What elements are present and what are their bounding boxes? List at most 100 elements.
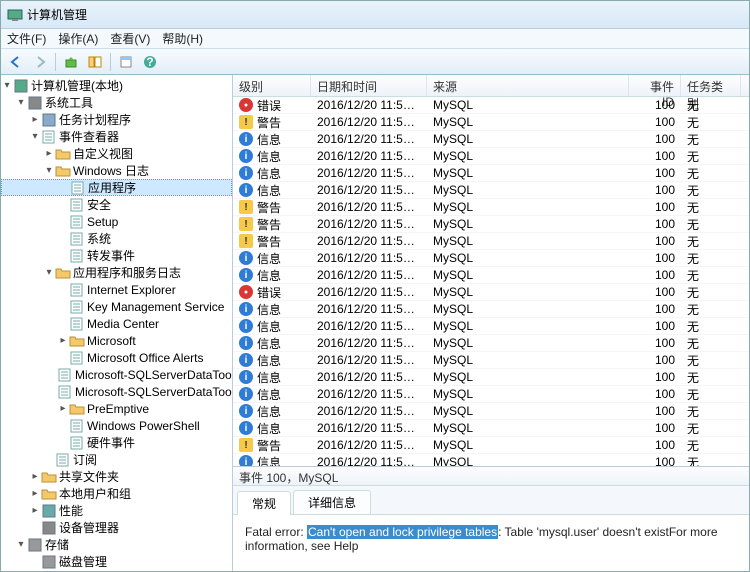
- event-category: 无: [681, 199, 741, 216]
- tree-twisty[interactable]: ▸: [29, 471, 41, 482]
- tree-twisty[interactable]: ▾: [15, 97, 27, 108]
- tree-item-subs[interactable]: 订阅: [1, 451, 232, 468]
- tree-twisty[interactable]: ▸: [57, 335, 69, 346]
- tree-item-scheduler[interactable]: ▸任务计划程序: [1, 111, 232, 128]
- computer-mgmt-icon: [7, 7, 23, 23]
- tab-details[interactable]: 详细信息: [293, 490, 371, 514]
- tree-item-kms[interactable]: Key Management Service: [1, 298, 232, 315]
- tree-item-system[interactable]: 系统: [1, 230, 232, 247]
- event-row[interactable]: 信息2016/12/20 11:55:27MySQL100无: [233, 301, 749, 318]
- event-row[interactable]: 信息2016/12/20 11:55:27MySQL100无: [233, 420, 749, 437]
- event-row[interactable]: 信息2016/12/20 11:55:27MySQL100无: [233, 318, 749, 335]
- event-id: 100: [629, 319, 681, 333]
- show-hide-tree-button[interactable]: [84, 51, 106, 73]
- event-row[interactable]: 信息2016/12/20 11:55:27MySQL100无: [233, 335, 749, 352]
- event-row[interactable]: 警告2016/12/20 11:55:27MySQL100无: [233, 233, 749, 250]
- tree-item-application[interactable]: 应用程序: [1, 179, 232, 196]
- event-id: 100: [629, 438, 681, 452]
- tree-item-setup[interactable]: Setup: [1, 213, 232, 230]
- menu-view[interactable]: 查看(V): [110, 30, 150, 47]
- event-row[interactable]: 信息2016/12/20 11:55:27MySQL100无: [233, 182, 749, 199]
- tree-item-mssdtvs[interactable]: Microsoft-SQLServerDataToolsVS: [1, 383, 232, 400]
- detail-msg-highlight: Can't open and lock privilege tables: [307, 525, 498, 539]
- event-row[interactable]: 信息2016/12/20 11:55:27MySQL100无: [233, 267, 749, 284]
- tree-item-wps[interactable]: Windows PowerShell: [1, 417, 232, 434]
- col-eventid[interactable]: 事件 ID: [629, 75, 681, 96]
- tree-item-diskmgr[interactable]: 磁盘管理: [1, 553, 232, 570]
- event-row[interactable]: 信息2016/12/20 11:55:27MySQL100无: [233, 352, 749, 369]
- event-row[interactable]: 警告2016/12/20 11:55:27MySQL100无: [233, 216, 749, 233]
- tree-twisty[interactable]: ▾: [43, 267, 55, 278]
- menu-file[interactable]: 文件(F): [7, 30, 46, 47]
- event-row[interactable]: 错误2016/12/20 11:55:28MySQL100无: [233, 97, 749, 114]
- tree-item-moa[interactable]: Microsoft Office Alerts: [1, 349, 232, 366]
- tree-twisty[interactable]: ▸: [43, 148, 55, 159]
- col-level[interactable]: 级别: [233, 75, 311, 96]
- tree-item-shared[interactable]: ▸共享文件夹: [1, 468, 232, 485]
- event-datetime: 2016/12/20 11:55:27: [311, 217, 427, 231]
- tree-item-appservlogs[interactable]: ▾应用程序和服务日志: [1, 264, 232, 281]
- nav-tree[interactable]: ▾计算机管理(本地)▾系统工具▸任务计划程序▾事件查看器▸自定义视图▾Windo…: [1, 75, 233, 571]
- col-datetime[interactable]: 日期和时间: [311, 75, 427, 96]
- tree-item-users[interactable]: ▸本地用户和组: [1, 485, 232, 502]
- event-grid[interactable]: 错误2016/12/20 11:55:28MySQL100无警告2016/12/…: [233, 97, 749, 466]
- info-icon: [239, 149, 253, 163]
- col-source[interactable]: 来源: [427, 75, 629, 96]
- tree-twisty[interactable]: ▾: [29, 131, 41, 142]
- event-category: 无: [681, 131, 741, 148]
- tree-item-devmgr[interactable]: 设备管理器: [1, 519, 232, 536]
- menubar: 文件(F) 操作(A) 查看(V) 帮助(H): [1, 29, 749, 49]
- forward-button[interactable]: [29, 51, 51, 73]
- tree-item-hw[interactable]: 硬件事件: [1, 434, 232, 451]
- event-row[interactable]: 警告2016/12/20 11:55:27MySQL100无: [233, 199, 749, 216]
- tree-item-perf[interactable]: ▸性能: [1, 502, 232, 519]
- event-row[interactable]: 信息2016/12/20 11:55:27MySQL100无: [233, 454, 749, 466]
- event-row[interactable]: 信息2016/12/20 11:55:27MySQL100无: [233, 250, 749, 267]
- tree-twisty[interactable]: ▸: [57, 403, 69, 414]
- help-button[interactable]: ?: [139, 51, 161, 73]
- tree-twisty[interactable]: ▾: [43, 165, 55, 176]
- tree-item-forwarded[interactable]: 转发事件: [1, 247, 232, 264]
- tree-item-eventviewer[interactable]: ▾事件查看器: [1, 128, 232, 145]
- tree-item-winlogs[interactable]: ▾Windows 日志: [1, 162, 232, 179]
- tree-item-customviews[interactable]: ▸自定义视图: [1, 145, 232, 162]
- tree-item-ms[interactable]: ▸Microsoft: [1, 332, 232, 349]
- event-row[interactable]: 警告2016/12/20 11:55:27MySQL100无: [233, 114, 749, 131]
- tree-item-ie[interactable]: Internet Explorer: [1, 281, 232, 298]
- tree-item-mssdt[interactable]: Microsoft-SQLServerDataTools: [1, 366, 232, 383]
- tree-item-security[interactable]: 安全: [1, 196, 232, 213]
- tree-twisty[interactable]: ▾: [15, 539, 27, 550]
- event-row[interactable]: 警告2016/12/20 11:55:27MySQL100无: [233, 437, 749, 454]
- tree-label: 系统: [87, 230, 111, 247]
- event-row[interactable]: 信息2016/12/20 11:55:27MySQL100无: [233, 369, 749, 386]
- tree-item-storage[interactable]: ▾存储: [1, 536, 232, 553]
- event-row[interactable]: 信息2016/12/20 11:55:27MySQL100无: [233, 386, 749, 403]
- col-category[interactable]: 任务类别: [681, 75, 741, 96]
- event-row[interactable]: 信息2016/12/20 11:55:27MySQL100无: [233, 148, 749, 165]
- menu-help[interactable]: 帮助(H): [162, 30, 203, 47]
- tree-twisty[interactable]: ▸: [29, 505, 41, 516]
- tree-twisty[interactable]: ▸: [29, 488, 41, 499]
- event-datetime: 2016/12/20 11:55:27: [311, 234, 427, 248]
- up-button[interactable]: [60, 51, 82, 73]
- tree-item-svcapp[interactable]: ▸服务和应用程序: [1, 570, 232, 571]
- back-button[interactable]: [5, 51, 27, 73]
- event-row[interactable]: 信息2016/12/20 11:55:27MySQL100无: [233, 165, 749, 182]
- properties-button[interactable]: [115, 51, 137, 73]
- tree-twisty[interactable]: ▸: [29, 114, 41, 125]
- event-row[interactable]: 信息2016/12/20 11:55:27MySQL100无: [233, 131, 749, 148]
- tree-twisty[interactable]: ▾: [1, 80, 13, 91]
- event-datetime: 2016/12/20 11:55:27: [311, 336, 427, 350]
- tree-item-systools[interactable]: ▾系统工具: [1, 94, 232, 111]
- event-row[interactable]: 错误2016/12/20 11:55:27MySQL100无: [233, 284, 749, 301]
- event-datetime: 2016/12/20 11:55:27: [311, 404, 427, 418]
- tab-general[interactable]: 常规: [237, 491, 291, 515]
- menu-action[interactable]: 操作(A): [58, 30, 98, 47]
- error-icon: [239, 98, 253, 112]
- event-row[interactable]: 信息2016/12/20 11:55:27MySQL100无: [233, 403, 749, 420]
- event-source: MySQL: [427, 438, 629, 452]
- tree-item-mc[interactable]: Media Center: [1, 315, 232, 332]
- tree-item-pre[interactable]: ▸PreEmptive: [1, 400, 232, 417]
- event-category: 无: [681, 250, 741, 267]
- tree-item-root[interactable]: ▾计算机管理(本地): [1, 77, 232, 94]
